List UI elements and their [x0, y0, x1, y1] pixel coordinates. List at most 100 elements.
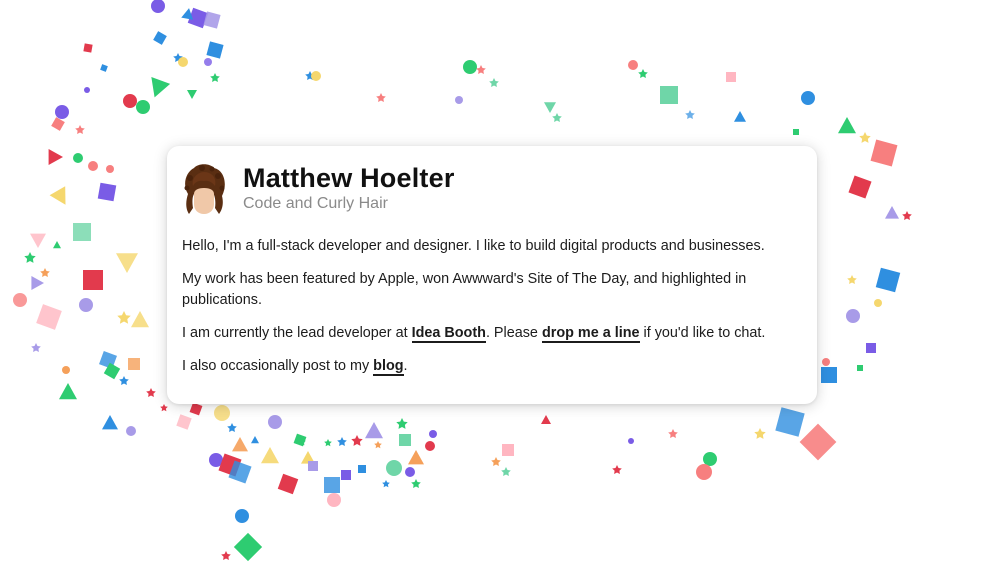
- confetti-piece: [544, 102, 556, 113]
- confetti-piece: [874, 299, 882, 307]
- confetti-piece: [119, 376, 129, 385]
- confetti-piece: [88, 161, 98, 171]
- bio-paragraph-current: I am currently the lead developer at Ide…: [182, 323, 802, 344]
- confetti-piece: [251, 436, 259, 444]
- contact-link[interactable]: drop me a line: [541, 325, 640, 343]
- confetti-piece: [489, 78, 499, 87]
- confetti-piece: [24, 252, 36, 263]
- confetti-piece: [638, 69, 648, 78]
- confetti-piece: [799, 423, 837, 461]
- bio-current-text-middle: . Please: [485, 325, 542, 341]
- confetti-piece: [214, 405, 230, 421]
- confetti-piece: [775, 407, 805, 437]
- confetti-piece: [668, 429, 678, 438]
- confetti-piece: [628, 60, 638, 70]
- bio-paragraph-intro: Hello, I'm a full-stack developer and de…: [182, 238, 765, 254]
- bio-paragraph-blog: I also occasionally post to my blog.: [182, 356, 802, 377]
- confetti-piece: [206, 41, 224, 59]
- confetti-piece: [327, 493, 341, 507]
- confetti-piece: [221, 551, 231, 560]
- confetti-piece: [411, 479, 421, 488]
- confetti-piece: [660, 86, 678, 104]
- confetti-piece: [541, 415, 551, 424]
- curly-hair-avatar-icon: [184, 164, 225, 214]
- confetti-piece: [846, 309, 860, 323]
- confetti-piece: [123, 94, 137, 108]
- confetti-piece: [83, 270, 103, 290]
- confetti-piece: [277, 473, 299, 495]
- bio-blog-text-before: I also occasionally post to my: [182, 358, 374, 374]
- confetti-piece: [53, 241, 61, 249]
- confetti-piece: [189, 402, 203, 416]
- confetti-piece: [351, 435, 363, 446]
- confetti-piece: [821, 367, 837, 383]
- confetti-piece: [235, 509, 249, 523]
- confetti-piece: [341, 470, 351, 480]
- confetti-piece: [476, 65, 486, 74]
- confetti-piece: [502, 444, 514, 456]
- confetti-piece: [128, 358, 140, 370]
- confetti-piece: [703, 452, 717, 466]
- confetti-piece: [83, 43, 93, 53]
- bio-paragraph-featured: My work has been featured by Apple, won …: [182, 271, 747, 308]
- confetti-piece: [848, 175, 872, 199]
- confetti-piece: [151, 77, 171, 98]
- confetti-piece: [734, 111, 746, 122]
- confetti-piece: [386, 460, 402, 476]
- confetti-piece: [859, 132, 871, 143]
- confetti-piece: [31, 343, 41, 352]
- blog-link[interactable]: blog: [373, 358, 404, 376]
- idea-booth-link[interactable]: Idea Booth: [411, 325, 486, 343]
- confetti-piece: [261, 447, 279, 464]
- bio-current-text-after: if you'd like to chat.: [639, 325, 766, 341]
- confetti-piece: [97, 182, 117, 202]
- confetti-piece: [324, 439, 332, 447]
- confetti-piece: [875, 267, 901, 293]
- bio-section: Hello, I'm a full-stack developer and de…: [182, 236, 802, 377]
- confetti-piece: [793, 129, 799, 135]
- profile-tagline: Code and Curly Hair: [243, 195, 388, 212]
- confetti-piece: [233, 532, 263, 562]
- confetti-piece: [210, 73, 220, 82]
- confetti-piece: [117, 311, 131, 324]
- confetti-piece: [801, 91, 815, 105]
- confetti-piece: [227, 423, 237, 432]
- confetti-piece: [48, 149, 63, 165]
- confetti-piece: [59, 383, 77, 400]
- profile-name: Matthew Hoelter: [243, 163, 455, 193]
- confetti-piece: [36, 304, 62, 330]
- confetti-piece: [365, 422, 383, 439]
- confetti-piece: [838, 117, 856, 134]
- confetti-piece: [73, 153, 83, 163]
- confetti-piece: [106, 165, 114, 173]
- confetti-piece: [146, 388, 156, 397]
- confetti-piece: [100, 64, 108, 72]
- confetti-piece: [501, 467, 511, 476]
- confetti-piece: [726, 72, 736, 82]
- confetti-piece: [187, 90, 197, 99]
- confetti-piece: [396, 418, 408, 429]
- profile-card: Matthew Hoelter Code and Curly Hair Hell…: [167, 146, 817, 404]
- confetti-piece: [885, 206, 899, 219]
- bio-blog-text-after: .: [403, 358, 408, 374]
- confetti-piece: [822, 358, 830, 366]
- confetti-piece: [204, 58, 212, 66]
- confetti-piece: [49, 186, 66, 205]
- confetti-piece: [612, 465, 622, 474]
- confetti-piece: [429, 430, 437, 438]
- confetti-piece: [308, 461, 318, 471]
- confetti-piece: [847, 275, 857, 284]
- confetti-piece: [491, 457, 501, 466]
- confetti-piece: [178, 57, 188, 67]
- confetti-piece: [754, 428, 766, 439]
- confetti-piece: [870, 139, 898, 167]
- confetti-piece: [696, 464, 712, 480]
- confetti-piece: [425, 441, 435, 451]
- confetti-piece: [382, 480, 390, 488]
- confetti-piece: [116, 253, 138, 273]
- confetti-piece: [628, 438, 634, 444]
- confetti-piece: [552, 113, 562, 122]
- confetti-piece: [337, 437, 347, 446]
- confetti-piece: [126, 426, 136, 436]
- confetti-piece: [84, 87, 90, 93]
